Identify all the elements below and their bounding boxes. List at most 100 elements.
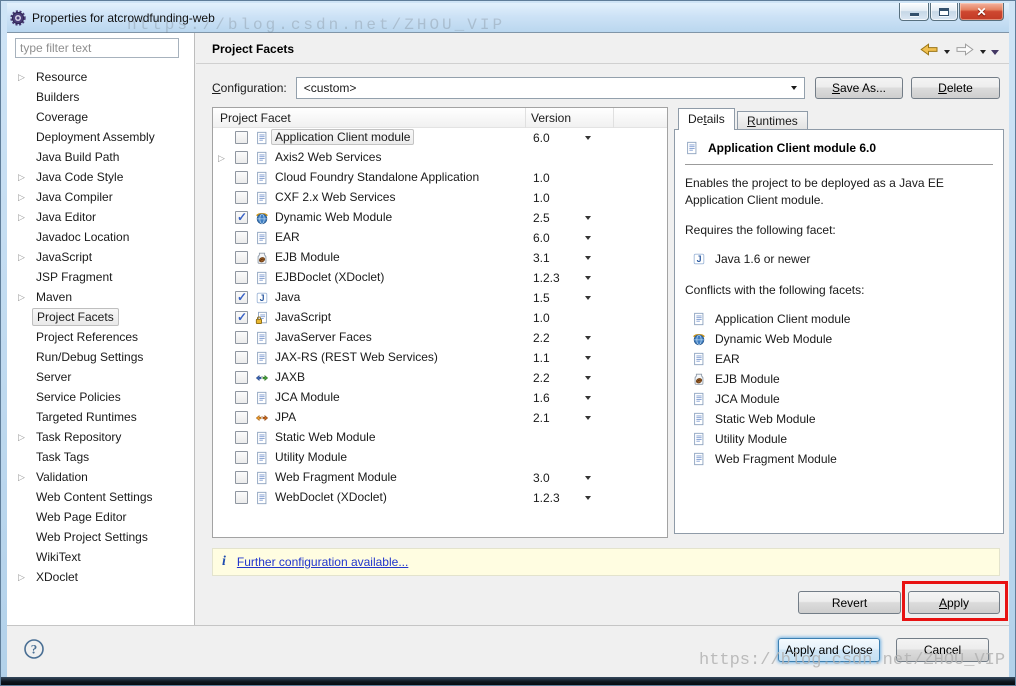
facet-row[interactable]: Cloud Foundry Standalone Application 1.0 — [213, 168, 667, 188]
further-configuration-link[interactable]: Further configuration available... — [237, 555, 408, 569]
expand-arrow-icon[interactable] — [18, 572, 30, 582]
sidebar-item[interactable]: Web Project Settings — [7, 527, 194, 547]
sidebar-item[interactable]: Project Facets — [7, 307, 194, 327]
sidebar-item[interactable]: Task Repository — [7, 427, 194, 447]
expand-arrow-icon[interactable] — [18, 72, 30, 82]
version-dropdown-icon[interactable] — [585, 136, 591, 140]
revert-button[interactable]: Revert — [798, 591, 901, 614]
facet-row[interactable]: EJBDoclet (XDoclet) 1.2.3 — [213, 268, 667, 288]
sidebar-item[interactable]: Run/Debug Settings — [7, 347, 194, 367]
sidebar-item[interactable]: Coverage — [7, 107, 194, 127]
facet-row[interactable]: Web Fragment Module 3.0 — [213, 468, 667, 488]
facet-checkbox[interactable] — [235, 171, 248, 184]
sidebar-item[interactable]: Maven — [7, 287, 194, 307]
sidebar-item[interactable]: Web Content Settings — [7, 487, 194, 507]
facet-checkbox[interactable] — [235, 290, 248, 304]
sidebar-item[interactable]: Validation — [7, 467, 194, 487]
version-dropdown-icon[interactable] — [585, 296, 591, 300]
sidebar-item[interactable]: Deployment Assembly — [7, 127, 194, 147]
facet-row[interactable]: EJB Module 3.1 — [213, 248, 667, 268]
sidebar-item[interactable]: Service Policies — [7, 387, 194, 407]
view-menu-icon[interactable] — [991, 49, 999, 55]
forward-dropdown-icon[interactable] — [980, 50, 986, 54]
facet-row[interactable]: JPA 2.1 — [213, 408, 667, 428]
back-button[interactable] — [919, 42, 939, 60]
sidebar-item[interactable]: Java Editor — [7, 207, 194, 227]
facet-checkbox[interactable] — [235, 210, 248, 224]
facet-checkbox[interactable] — [235, 411, 248, 424]
version-dropdown-icon[interactable] — [585, 416, 591, 420]
facet-row[interactable]: JavaServer Faces 2.2 — [213, 328, 667, 348]
facet-row[interactable]: JavaScript 1.0 — [213, 308, 667, 328]
facet-checkbox[interactable] — [235, 191, 248, 204]
facet-row[interactable]: J Java 1.5 — [213, 288, 667, 308]
expand-arrow-icon[interactable] — [18, 432, 30, 442]
help-button[interactable]: ? — [23, 638, 45, 660]
tab-runtimes[interactable]: Runtimes — [737, 111, 808, 130]
facet-row[interactable]: JCA Module 1.6 — [213, 388, 667, 408]
forward-button[interactable] — [955, 42, 975, 60]
sidebar-item[interactable]: Builders — [7, 87, 194, 107]
expand-arrow-icon[interactable] — [218, 153, 225, 163]
version-dropdown-icon[interactable] — [585, 396, 591, 400]
expand-arrow-icon[interactable] — [18, 192, 30, 202]
facet-checkbox[interactable] — [235, 451, 248, 464]
sidebar-item[interactable]: Task Tags — [7, 447, 194, 467]
version-dropdown-icon[interactable] — [585, 216, 591, 220]
version-dropdown-icon[interactable] — [585, 356, 591, 360]
facet-checkbox[interactable] — [235, 491, 248, 504]
facet-row[interactable]: EAR 6.0 — [213, 228, 667, 248]
back-dropdown-icon[interactable] — [944, 50, 950, 54]
version-dropdown-icon[interactable] — [585, 496, 591, 500]
expand-arrow-icon[interactable] — [18, 292, 30, 302]
delete-button[interactable]: Delete — [911, 77, 1000, 99]
facet-checkbox[interactable] — [235, 351, 248, 364]
facet-checkbox[interactable] — [235, 131, 248, 144]
facet-checkbox[interactable] — [235, 431, 248, 444]
sidebar-item[interactable]: Project References — [7, 327, 194, 347]
sidebar-item[interactable]: WikiText — [7, 547, 194, 567]
tab-details[interactable]: Details — [678, 108, 735, 130]
sidebar-item[interactable]: Java Build Path — [7, 147, 194, 167]
facet-checkbox[interactable] — [235, 391, 248, 404]
version-dropdown-icon[interactable] — [585, 276, 591, 280]
sidebar-item[interactable]: XDoclet — [7, 567, 194, 587]
facet-checkbox[interactable] — [235, 471, 248, 484]
configuration-select[interactable]: <custom> — [295, 77, 805, 99]
close-button[interactable]: ✕ — [959, 3, 1004, 21]
facet-checkbox[interactable] — [235, 251, 248, 264]
facet-row[interactable]: Static Web Module — [213, 428, 667, 448]
facet-row[interactable]: JAXB 2.2 — [213, 368, 667, 388]
facet-checkbox[interactable] — [235, 371, 248, 384]
sidebar-item[interactable]: Server — [7, 367, 194, 387]
expand-arrow-icon[interactable] — [18, 172, 30, 182]
expand-arrow-icon[interactable] — [18, 472, 30, 482]
sidebar-item[interactable]: Resource — [7, 67, 194, 87]
facet-row[interactable]: JAX-RS (REST Web Services) 1.1 — [213, 348, 667, 368]
version-dropdown-icon[interactable] — [585, 476, 591, 480]
sidebar-item[interactable]: Java Compiler — [7, 187, 194, 207]
version-dropdown-icon[interactable] — [585, 336, 591, 340]
facet-row[interactable]: WebDoclet (XDoclet) 1.2.3 — [213, 488, 667, 508]
save-as-button[interactable]: Save As... — [815, 77, 903, 99]
version-dropdown-icon[interactable] — [585, 376, 591, 380]
minimize-button[interactable] — [899, 3, 929, 21]
sidebar-item[interactable]: Targeted Runtimes — [7, 407, 194, 427]
version-dropdown-icon[interactable] — [585, 256, 591, 260]
sidebar-item[interactable]: JavaScript — [7, 247, 194, 267]
expand-arrow-icon[interactable] — [18, 212, 30, 222]
facet-row[interactable]: Axis2 Web Services — [213, 148, 667, 168]
expand-arrow-icon[interactable] — [18, 252, 30, 262]
facet-checkbox[interactable] — [235, 231, 248, 244]
facet-row[interactable]: Utility Module — [213, 448, 667, 468]
facet-row[interactable]: CXF 2.x Web Services 1.0 — [213, 188, 667, 208]
maximize-button[interactable] — [930, 3, 958, 21]
sidebar-item[interactable]: Web Page Editor — [7, 507, 194, 527]
facet-checkbox[interactable] — [235, 310, 248, 324]
version-dropdown-icon[interactable] — [585, 236, 591, 240]
facet-row[interactable]: Dynamic Web Module 2.5 — [213, 208, 667, 228]
sidebar-item[interactable]: Javadoc Location — [7, 227, 194, 247]
sidebar-item[interactable]: Java Code Style — [7, 167, 194, 187]
sidebar-item[interactable]: JSP Fragment — [7, 267, 194, 287]
filter-input[interactable] — [15, 38, 179, 58]
